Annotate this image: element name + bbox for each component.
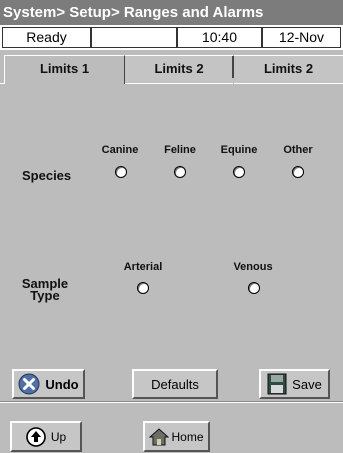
sample-arterial-radio[interactable] — [137, 282, 149, 294]
window-title: System> Setup> Ranges and Alarms — [0, 0, 343, 25]
sample-venous-radio[interactable] — [248, 282, 260, 294]
species-feline-label: Feline — [164, 144, 196, 156]
defaults-button[interactable]: Defaults — [132, 369, 218, 399]
sample-arterial-label: Arterial — [123, 261, 163, 273]
up-arrow-circle-icon — [26, 426, 46, 447]
tab-limits-1[interactable]: Limits 1 — [4, 55, 125, 84]
sample-type-label-line2: Type — [30, 288, 60, 303]
undo-button[interactable]: Undo — [12, 369, 85, 399]
limits-panel: Canine Feline Equine Other Species Arter… — [0, 84, 343, 399]
tab-limits-2b[interactable]: Limits 2 — [234, 55, 343, 84]
species-equine-label: Equine — [220, 144, 258, 156]
species-canine-label: Canine — [101, 144, 139, 156]
house-icon — [149, 427, 170, 447]
home-button[interactable]: Home — [143, 421, 210, 452]
sample-venous-label: Venous — [233, 261, 273, 273]
up-button[interactable]: Up — [10, 421, 82, 452]
tab-limits-2[interactable]: Limits 2 — [125, 55, 233, 84]
save-button[interactable]: Save — [259, 369, 330, 399]
species-other-label: Other — [283, 144, 313, 156]
home-label: Home — [171, 429, 204, 444]
up-label: Up — [50, 429, 67, 444]
save-label: Save — [292, 376, 322, 392]
status-message — [91, 27, 177, 48]
status-time: 10:40 — [177, 27, 262, 48]
species-label: Species — [22, 168, 72, 183]
species-feline-radio[interactable] — [174, 166, 186, 178]
status-bar: Ready 10:40 12-Nov — [0, 25, 343, 50]
status-date: 12-Nov — [262, 27, 341, 48]
species-other-radio[interactable] — [292, 166, 304, 178]
navigation-bar: Up Home — [0, 401, 343, 453]
floppy-disk-icon — [267, 373, 287, 395]
undo-label: Undo — [45, 376, 79, 392]
status-state: Ready — [2, 27, 91, 48]
species-canine-radio[interactable] — [115, 166, 127, 178]
species-equine-radio[interactable] — [233, 166, 245, 178]
x-circle-icon — [18, 373, 40, 395]
tab-bar: Limits 1 Limits 2 Limits 2 — [0, 50, 343, 84]
